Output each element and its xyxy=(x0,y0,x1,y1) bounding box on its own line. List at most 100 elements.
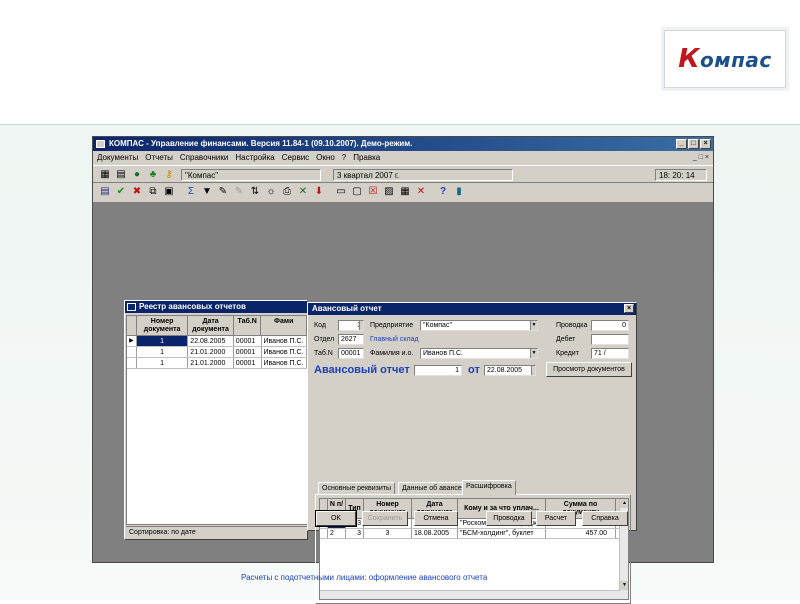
tab-advance-data[interactable]: Данные об авансе xyxy=(398,482,466,494)
credit-input[interactable]: 71 / xyxy=(591,348,629,359)
ok-button[interactable]: OK xyxy=(315,510,357,527)
tab-number-label: Таб.N xyxy=(314,350,333,357)
calendar-icon[interactable]: ▦ xyxy=(399,186,411,198)
copy-record-icon[interactable]: ⧉ xyxy=(147,186,159,198)
posting-input[interactable]: 0 xyxy=(591,320,629,331)
view-documents-button[interactable]: Просмотр документов xyxy=(546,362,632,377)
sort-icon[interactable]: ⇅ xyxy=(249,186,261,198)
doc-number-cell: 1 xyxy=(137,358,189,368)
table-row[interactable]: ▶ 1 22.08.2005 00001 Иванов П.С. xyxy=(127,336,307,347)
enterprise-label: Предприятие xyxy=(370,322,414,329)
scroll-up-icon[interactable]: ▲ xyxy=(620,499,628,508)
tab-number-cell: 00001 xyxy=(234,358,262,368)
new-document-icon[interactable]: ▢ xyxy=(351,186,363,198)
users-icon[interactable]: ♣ xyxy=(147,169,159,181)
dept-input[interactable]: 2627 xyxy=(338,334,364,345)
key-icon[interactable]: ⚷ xyxy=(163,169,175,181)
sum-cell: 457.00 xyxy=(546,529,616,538)
horizontal-scrollbar[interactable] xyxy=(320,590,620,599)
type-cell: 3 xyxy=(346,529,364,538)
filter-clear-icon[interactable]: ✎ xyxy=(233,186,245,198)
menu-settings[interactable]: Настройка xyxy=(235,151,274,165)
close-document-icon[interactable]: ✕ xyxy=(415,186,427,198)
cancel-button[interactable]: Отмена xyxy=(414,511,458,526)
help-icon[interactable]: ? xyxy=(437,186,449,198)
fio-label: Фамилия и.о. xyxy=(370,350,414,357)
col-doc-number[interactable]: Номер документа xyxy=(137,316,189,335)
delete-document-icon[interactable]: ☒ xyxy=(367,186,379,198)
menu-directories[interactable]: Справочники xyxy=(180,151,228,165)
tab-main-details[interactable]: Основные реквизиты xyxy=(318,482,395,494)
clock-field: 18: 20: 14 xyxy=(655,169,707,181)
tab-number-input[interactable]: 00001 xyxy=(338,348,364,359)
tab-number-cell: 00001 xyxy=(234,347,262,357)
filter-icon[interactable]: ▼ xyxy=(201,186,213,198)
help-button[interactable]: Справка xyxy=(582,511,628,526)
maximize-button[interactable]: □ xyxy=(688,139,699,149)
scroll-down-icon[interactable]: ▼ xyxy=(620,581,628,590)
doc-number-cell: 3 xyxy=(364,529,412,538)
debit-input[interactable] xyxy=(591,334,629,345)
table-row[interactable]: 1 21.01.2000 00001 Иванов П.С. xyxy=(127,347,307,358)
posting-label: Проводка xyxy=(556,322,588,329)
print-preview-icon[interactable]: ▣ xyxy=(163,186,175,198)
app-window: КОМПАС - Управление финансами. Версия 11… xyxy=(92,136,714,604)
menu-reports[interactable]: Отчеты xyxy=(145,151,173,165)
payee-cell: "БСМ-холдинг", буклет xyxy=(458,529,546,538)
filter-edit-icon[interactable]: ✎ xyxy=(217,186,229,198)
dialog-titlebar: Авансовый отчет × xyxy=(308,303,636,315)
save-icon[interactable]: ▤ xyxy=(115,169,127,181)
menu-service[interactable]: Сервис xyxy=(282,151,309,165)
menu-help[interactable]: ? xyxy=(342,151,346,165)
check-icon[interactable]: ✔ xyxy=(115,186,127,198)
table-icon[interactable]: ▤ xyxy=(99,186,111,198)
col-tab-number[interactable]: Таб.N xyxy=(234,316,262,335)
calculate-button[interactable]: Расчет xyxy=(536,511,576,526)
menu-edit[interactable]: Правка xyxy=(353,151,380,165)
dept-label: Отдел xyxy=(314,336,335,343)
exit-icon[interactable]: ▮ xyxy=(453,186,465,198)
mdi-window-buttons[interactable]: _ □ × xyxy=(693,151,709,165)
menu-window[interactable]: Окно xyxy=(316,151,335,165)
lightbulb-icon[interactable]: ☼ xyxy=(265,186,277,198)
print-icon[interactable]: ⎙ xyxy=(281,186,293,198)
period-field[interactable]: 3 квартал 2007 г. xyxy=(333,169,513,181)
tab-breakdown[interactable]: Расшифровка xyxy=(462,480,516,495)
registry-titlebar: Реестр авансовых отчетов xyxy=(125,301,307,313)
menu-documents[interactable]: Документы xyxy=(97,151,138,165)
col-surname[interactable]: Фами xyxy=(261,316,307,335)
doc-date-cell: 21.01.2000 xyxy=(188,358,234,368)
workspace: Реестр авансовых отчетов Номер документа… xyxy=(93,203,713,604)
close-button[interactable]: × xyxy=(700,139,711,149)
grid-icon xyxy=(127,303,136,311)
top-toolbar: ▦ ▤ ● ♣ ⚷ "Компас" 3 квартал 2007 г. 18:… xyxy=(93,165,713,183)
doc-date-cell: 22.08.2005 xyxy=(188,336,234,346)
dialog-close-button[interactable]: × xyxy=(624,304,634,313)
save-button[interactable]: Сохранить xyxy=(362,511,408,526)
fio-select[interactable]: Иванов П.С. ▼ xyxy=(420,348,538,359)
table-row[interactable]: 1 21.01.2000 00001 Иванов П.С. xyxy=(127,358,307,369)
registry-table[interactable]: Номер документа Дата документа Таб.N Фам… xyxy=(126,315,308,525)
credit-label: Кредит xyxy=(556,350,579,357)
menu-bar: Документы Отчеты Справочники Настройка С… xyxy=(93,151,713,165)
export-dbf-icon[interactable]: ⬇ xyxy=(313,186,325,198)
table-row[interactable]: 2 3 3 18.08.2005 "БСМ-холдинг", буклет 4… xyxy=(320,529,628,539)
organization-field[interactable]: "Компас" xyxy=(181,169,321,181)
report-date-input[interactable]: 22.08.2005 xyxy=(484,365,536,376)
cancel-icon[interactable]: ✖ xyxy=(131,186,143,198)
minimize-button[interactable]: _ xyxy=(676,139,687,149)
excel-icon[interactable]: ✕ xyxy=(297,186,309,198)
documents-icon[interactable]: ▭ xyxy=(335,186,347,198)
code-input[interactable]: 1 xyxy=(338,320,364,331)
screen-caption: Расчеты с подотчетными лицами: оформлени… xyxy=(241,573,488,582)
row-indicator xyxy=(127,358,137,368)
edit-document-icon[interactable]: ▨ xyxy=(383,186,395,198)
enterprise-select[interactable]: "Компас" ▼ xyxy=(420,320,538,331)
col-doc-date[interactable]: Дата документа xyxy=(188,316,234,335)
report-number-input[interactable]: 1 xyxy=(414,365,462,376)
registry-status: Сортировка: по дате xyxy=(126,526,308,538)
sum-icon[interactable]: Σ xyxy=(185,186,197,198)
calculator-icon[interactable]: ▦ xyxy=(99,169,111,181)
globe-icon[interactable]: ● xyxy=(131,169,143,181)
posting-button[interactable]: Проводка xyxy=(486,511,532,526)
